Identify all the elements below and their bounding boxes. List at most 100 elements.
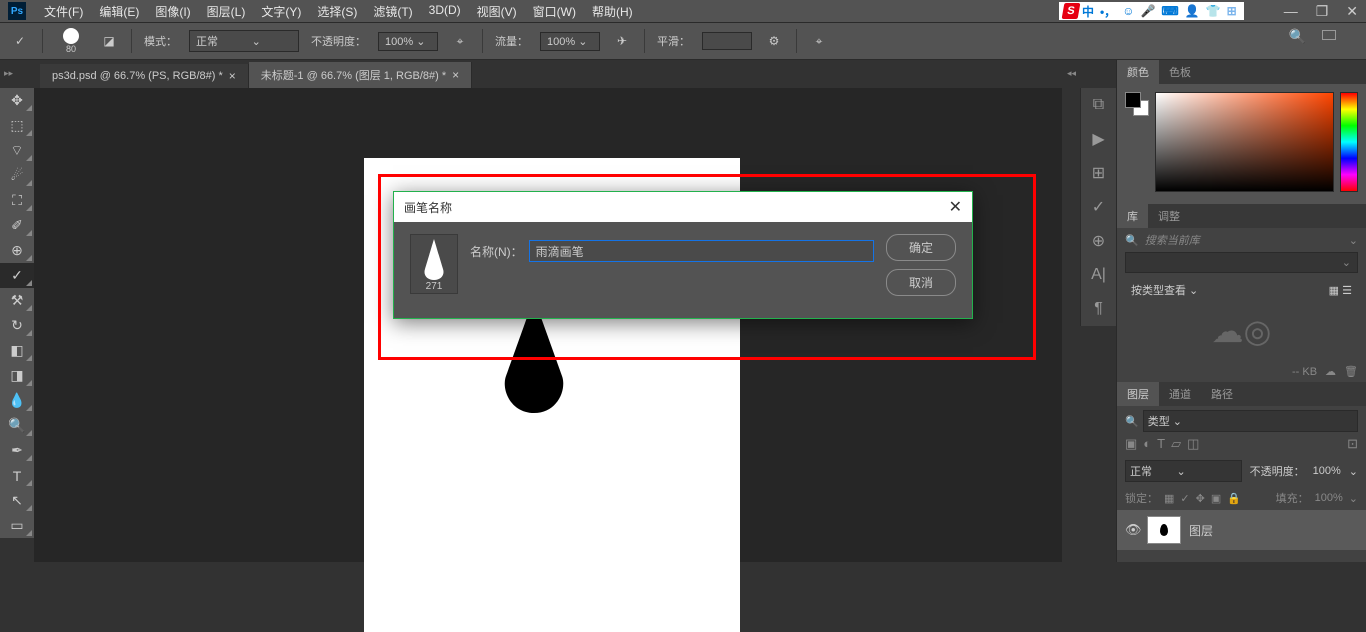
lock-artboard-icon[interactable]: ▣ [1211,492,1221,505]
lock-all-icon[interactable]: 🔒 [1227,492,1241,505]
menu-item[interactable]: 帮助(H) [584,3,641,20]
hue-slider[interactable] [1340,92,1358,192]
layer-thumbnail[interactable] [1147,516,1181,544]
flow-dropdown[interactable]: 100% ⌄ [540,32,600,51]
paths-tab[interactable]: 路径 [1201,382,1243,406]
properties-panel-icon[interactable]: ⊞ [1081,156,1116,190]
marquee-tool[interactable]: ⬚ [0,113,34,138]
lock-paint-icon[interactable]: ✓ [1180,492,1189,505]
smooth-settings-icon[interactable]: ⚙ [764,31,784,51]
menu-item[interactable]: 滤镜(T) [365,3,420,20]
library-view-mode[interactable]: 按类型查看 ⌄ ▦ ☰ [1125,279,1358,301]
ime-punct-icon[interactable]: •， [1097,3,1119,20]
canvas-area[interactable] [34,88,1062,562]
blur-tool[interactable]: 💧 [0,388,34,413]
pressure-size-icon[interactable]: ⌖ [809,31,829,51]
type-tool[interactable]: T [0,463,34,488]
collapse-right-icon[interactable]: ◂◂ [1067,68,1076,79]
healing-tool[interactable]: ⊕ [0,238,34,263]
lock-trans-icon[interactable]: ▦ [1164,492,1174,505]
ime-user-icon[interactable]: 👤 [1182,4,1203,18]
history-panel-icon[interactable]: ⧉ [1081,88,1116,122]
lasso-tool[interactable]: ⌔ [0,138,34,163]
eyedropper-tool[interactable]: ✐ [0,213,34,238]
dialog-close-button[interactable]: ✕ [949,197,962,217]
document-tab-2[interactable]: 未标题-1 @ 66.7% (图层 1, RGB/8#) * × [249,62,472,88]
gradient-tool[interactable]: ◨ [0,363,34,388]
ime-mic-icon[interactable]: 🎤 [1137,4,1158,18]
filter-adjust-icon[interactable]: ◐ [1143,436,1151,452]
menu-item[interactable]: 3D(D) [421,3,469,20]
filter-smart-icon[interactable]: ◫ [1187,436,1199,452]
ime-toolbar[interactable]: S 中 •， ☺ 🎤 ⌨ 👤 👕 ⊞ [1059,2,1244,20]
ime-grid-icon[interactable]: ⊞ [1224,4,1240,18]
dodge-tool[interactable]: 🔍 [0,413,34,438]
blend-mode-dropdown[interactable]: 正常 ⌄ [189,30,299,52]
opacity-dropdown[interactable]: 100% ⌄ [378,32,438,51]
delete-icon[interactable]: 🗑 [1344,365,1358,378]
brush-tool-icon[interactable]: ✓ [10,31,30,51]
layer-filter-kind[interactable]: 类型 ⌄ [1143,410,1358,432]
crop-tool[interactable]: ⛶ [0,188,34,213]
menu-item[interactable]: 窗口(W) [525,3,584,20]
airbrush-icon[interactable]: ✈ [612,31,632,51]
library-select[interactable]: ⌄ [1125,252,1358,273]
history-brush-tool[interactable]: ↻ [0,313,34,338]
maximize-button[interactable]: ❐ [1316,3,1329,20]
layer-blend-dropdown[interactable]: 正常 ⌄ [1125,460,1242,482]
brushes-panel-icon[interactable]: ✓ [1081,190,1116,224]
workspace-switcher-icon[interactable] [1322,30,1336,40]
list-view-icon[interactable]: ☰ [1342,285,1352,297]
channels-tab[interactable]: 通道 [1159,382,1201,406]
eraser-tool[interactable]: ◧ [0,338,34,363]
pressure-opacity-icon[interactable]: ⌖ [450,31,470,51]
color-tab[interactable]: 颜色 [1117,60,1159,84]
library-search[interactable]: 🔍 搜索当前库⌄ [1117,228,1366,252]
shape-tool[interactable]: ▭ [0,513,34,538]
layer-opacity-value[interactable]: 100% [1313,465,1341,477]
adjustments-tab[interactable]: 调整 [1148,204,1190,228]
character-panel-icon[interactable]: A| [1081,258,1116,292]
fg-bg-swatch[interactable] [1125,92,1149,116]
close-tab-icon[interactable]: × [452,68,459,82]
quick-select-tool[interactable]: ☄ [0,163,34,188]
brush-preview[interactable]: 80 [55,25,87,57]
menu-item[interactable]: 视图(V) [469,3,525,20]
ime-smiley-icon[interactable]: ☺ [1119,4,1137,18]
ime-keyboard-icon[interactable]: ⌨ [1158,4,1181,18]
search-icon[interactable]: 🔍 [1289,28,1306,45]
filter-image-icon[interactable]: ▣ [1125,436,1137,452]
ok-button[interactable]: 确定 [886,234,956,261]
menu-item[interactable]: 文件(F) [36,3,91,20]
menu-item[interactable]: 文字(Y) [253,3,309,20]
menu-item[interactable]: 选择(S) [309,3,365,20]
path-select-tool[interactable]: ↖ [0,488,34,513]
menu-item[interactable]: 编辑(E) [91,3,147,20]
filter-type-icon[interactable]: T [1157,436,1165,452]
brush-name-input[interactable] [529,240,874,262]
clone-panel-icon[interactable]: ⊕ [1081,224,1116,258]
collapse-left-icon[interactable]: ▸▸ [4,68,13,79]
close-tab-icon[interactable]: × [229,69,236,83]
visibility-toggle-icon[interactable]: 👁 [1125,522,1139,538]
layer-fill-value[interactable]: 100% [1315,492,1343,504]
paragraph-panel-icon[interactable]: ¶ [1081,292,1116,326]
cancel-button[interactable]: 取消 [886,269,956,296]
libraries-tab[interactable]: 库 [1117,204,1148,228]
cloud-sync-icon[interactable]: ☁ [1325,365,1336,378]
color-field[interactable] [1155,92,1334,192]
minimize-button[interactable]: — [1284,3,1298,20]
lock-pos-icon[interactable]: ✥ [1196,492,1205,505]
smooth-dropdown[interactable] [702,32,752,50]
menu-item[interactable]: 图像(I) [147,3,198,20]
stamp-tool[interactable]: ⚒ [0,288,34,313]
filter-shape-icon[interactable]: ▱ [1171,436,1181,452]
ime-shirt-icon[interactable]: 👕 [1203,4,1224,18]
pen-tool[interactable]: ✒ [0,438,34,463]
move-tool[interactable]: ✥ [0,88,34,113]
ime-lang[interactable]: 中 [1079,3,1097,20]
brush-tool[interactable]: ✓ [0,263,34,288]
close-button[interactable]: ✕ [1346,3,1358,20]
layers-tab[interactable]: 图层 [1117,382,1159,406]
brush-panel-toggle-icon[interactable]: ◪ [99,31,119,51]
